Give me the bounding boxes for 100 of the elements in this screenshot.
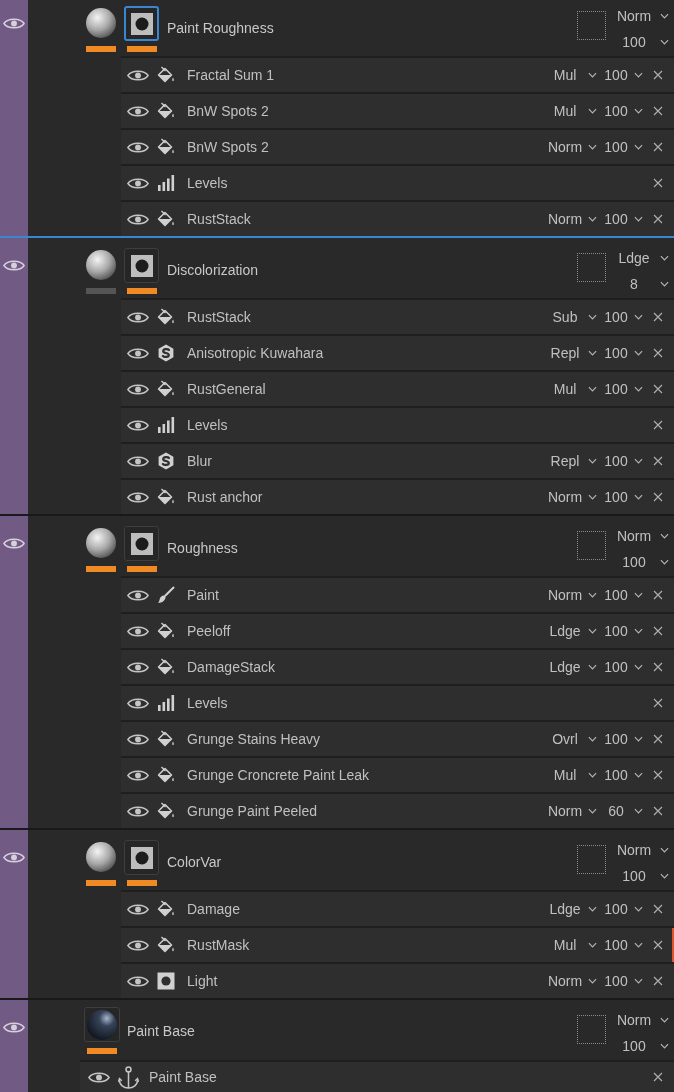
effect-row[interactable]: Levels [121, 684, 674, 720]
material-toggle-bar[interactable] [86, 566, 116, 572]
effect-row[interactable]: BnW Spots 2 Mul 100 [121, 92, 674, 128]
opacity-dropdown[interactable]: 100 [601, 727, 645, 751]
close-icon[interactable] [653, 662, 663, 672]
close-icon[interactable] [653, 626, 663, 636]
eye-icon[interactable] [127, 176, 149, 190]
opacity-dropdown[interactable]: 100 [612, 1036, 670, 1056]
close-icon[interactable] [653, 590, 663, 600]
blend-mode-dropdown[interactable]: Ldge [612, 248, 670, 268]
opacity-dropdown[interactable]: 100 [601, 99, 645, 123]
close-icon[interactable] [653, 940, 663, 950]
blend-mode-dropdown[interactable]: Ldge [543, 897, 597, 921]
dotted-square-icon[interactable] [577, 845, 606, 874]
opacity-dropdown[interactable]: 100 [612, 552, 670, 572]
eye-icon[interactable] [127, 382, 149, 396]
eye-icon[interactable] [3, 17, 25, 30]
mask-toggle-bar[interactable] [126, 288, 157, 294]
blend-mode-dropdown[interactable]: Norm [543, 583, 597, 607]
dotted-square-icon[interactable] [577, 253, 606, 282]
mask-thumbnail[interactable] [124, 840, 159, 875]
eye-icon[interactable] [127, 418, 149, 432]
dotted-square-icon[interactable] [577, 1015, 606, 1044]
effect-row[interactable]: Light Norm 100 [121, 962, 674, 998]
eye-icon[interactable] [127, 624, 149, 638]
eye-icon[interactable] [3, 851, 25, 864]
effect-row[interactable]: Paint Base [80, 1060, 674, 1092]
mask-thumbnail[interactable] [124, 248, 159, 283]
effect-row[interactable]: Fractal Sum 1 Mul 100 [121, 56, 674, 92]
eye-icon[interactable] [127, 490, 149, 504]
material-toggle-bar[interactable] [86, 288, 116, 294]
eye-icon[interactable] [127, 696, 149, 710]
close-icon[interactable] [653, 142, 663, 152]
opacity-dropdown[interactable]: 100 [601, 305, 645, 329]
blend-mode-dropdown[interactable]: Ovrl [543, 727, 597, 751]
sphere-thumbnail[interactable] [86, 528, 116, 558]
effect-row[interactable]: Grunge Croncrete Paint Leak Mul 100 [121, 756, 674, 792]
opacity-dropdown[interactable]: 60 [601, 799, 645, 823]
blend-mode-dropdown[interactable]: Norm [612, 1010, 670, 1030]
mask-toggle-bar[interactable] [126, 880, 157, 886]
close-icon[interactable] [653, 384, 663, 394]
eye-icon[interactable] [127, 974, 149, 988]
dotted-square-icon[interactable] [577, 531, 606, 560]
effect-row[interactable]: RustStack Norm 100 [121, 200, 674, 236]
close-icon[interactable] [653, 348, 663, 358]
close-icon[interactable] [653, 698, 663, 708]
eye-icon[interactable] [127, 768, 149, 782]
opacity-dropdown[interactable]: 100 [601, 341, 645, 365]
eye-icon[interactable] [127, 68, 149, 82]
eye-icon[interactable] [127, 804, 149, 818]
opacity-dropdown[interactable]: 100 [601, 933, 645, 957]
eye-icon[interactable] [127, 732, 149, 746]
close-icon[interactable] [653, 770, 663, 780]
blend-mode-dropdown[interactable]: Mul [543, 933, 597, 957]
blend-mode-dropdown[interactable]: Norm [612, 840, 670, 860]
effect-row[interactable]: Levels [121, 406, 674, 442]
sphere-thumbnail[interactable] [86, 842, 116, 872]
effect-row[interactable]: BnW Spots 2 Norm 100 [121, 128, 674, 164]
blend-mode-dropdown[interactable]: Repl [543, 341, 597, 365]
blend-mode-dropdown[interactable]: Norm [543, 969, 597, 993]
close-icon[interactable] [653, 904, 663, 914]
mask-thumbnail[interactable] [124, 6, 159, 41]
close-icon[interactable] [653, 806, 663, 816]
close-icon[interactable] [653, 976, 663, 986]
effect-row[interactable]: RustStack Sub 100 [121, 298, 674, 334]
opacity-dropdown[interactable]: 100 [601, 207, 645, 231]
close-icon[interactable] [653, 734, 663, 744]
eye-icon[interactable] [127, 310, 149, 324]
opacity-dropdown[interactable]: 100 [601, 583, 645, 607]
effect-row[interactable]: Rust anchor Norm 100 [121, 478, 674, 514]
eye-icon[interactable] [127, 660, 149, 674]
effect-row[interactable]: Paint Norm 100 [121, 576, 674, 612]
eye-icon[interactable] [127, 346, 149, 360]
eye-icon[interactable] [127, 140, 149, 154]
mask-toggle-bar[interactable] [126, 46, 157, 52]
eye-icon[interactable] [127, 104, 149, 118]
sphere-thumbnail[interactable] [86, 8, 116, 38]
blend-mode-dropdown[interactable]: Mul [543, 377, 597, 401]
sphere-thumbnail[interactable] [86, 250, 116, 280]
opacity-dropdown[interactable]: 100 [601, 135, 645, 159]
close-icon[interactable] [653, 178, 663, 188]
dotted-square-icon[interactable] [577, 11, 606, 40]
blend-mode-dropdown[interactable]: Ldge [543, 655, 597, 679]
blend-mode-dropdown[interactable]: Mul [543, 763, 597, 787]
material-toggle-bar[interactable] [86, 46, 116, 52]
eye-icon[interactable] [127, 212, 149, 226]
effect-row[interactable]: Damage Ldge 100 [121, 890, 674, 926]
opacity-dropdown[interactable]: 100 [612, 866, 670, 886]
sphere-thumbnail[interactable] [84, 1007, 120, 1042]
blend-mode-dropdown[interactable]: Repl [543, 449, 597, 473]
blend-mode-dropdown[interactable]: Norm [612, 6, 670, 26]
effect-row[interactable]: Grunge Stains Heavy Ovrl 100 [121, 720, 674, 756]
close-icon[interactable] [653, 106, 663, 116]
opacity-dropdown[interactable]: 100 [601, 377, 645, 401]
mask-thumbnail[interactable] [124, 526, 159, 561]
blend-mode-dropdown[interactable]: Mul [543, 99, 597, 123]
effect-row[interactable]: RustMask Mul 100 [121, 926, 674, 962]
effect-row[interactable]: Grunge Paint Peeled Norm 60 [121, 792, 674, 828]
blend-mode-dropdown[interactable]: Norm [543, 799, 597, 823]
effect-row[interactable]: RustGeneral Mul 100 [121, 370, 674, 406]
